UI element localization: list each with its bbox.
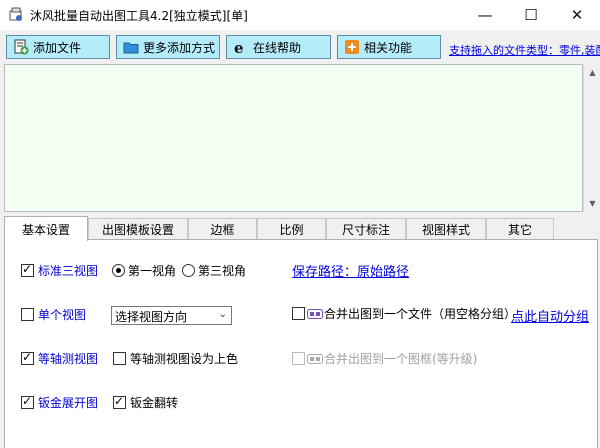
iso-color-checkbox[interactable] xyxy=(113,352,126,365)
tab-border[interactable]: 边框 xyxy=(188,218,257,240)
file-list-scrollbar[interactable]: ▲ ▼ xyxy=(583,64,600,212)
standard-views-label[interactable]: 标准三视图 xyxy=(38,262,98,279)
app-icon xyxy=(9,7,22,21)
first-angle-radio[interactable] xyxy=(112,264,125,277)
third-angle-radio[interactable] xyxy=(182,264,195,277)
related-functions-button[interactable]: 相关功能 xyxy=(337,35,441,59)
auto-group-link[interactable]: 点此自动分组 xyxy=(511,306,589,325)
single-view-checkbox[interactable] xyxy=(21,308,34,321)
supported-types-link[interactable]: 支持拖入的文件类型：零件,装配 xyxy=(449,42,600,58)
add-file-icon xyxy=(14,39,29,55)
online-help-button[interactable]: e 在线帮助 xyxy=(226,35,331,59)
merge-one-file-checkbox[interactable] xyxy=(292,307,305,320)
merge-one-frame-label: 合并出图到一个图框(等升级) xyxy=(324,352,478,366)
tab-other[interactable]: 其它 xyxy=(486,218,554,240)
chevron-down-icon: ⌄ xyxy=(218,309,227,320)
plus-icon xyxy=(345,40,359,54)
scroll-down-icon[interactable]: ▼ xyxy=(584,195,600,212)
iso-color-label[interactable]: 等轴测视图设为上色 xyxy=(130,350,238,367)
file-list[interactable] xyxy=(4,64,583,212)
standard-views-checkbox[interactable] xyxy=(21,262,34,277)
add-file-label: 添加文件 xyxy=(33,40,82,55)
add-file-button[interactable]: 添加文件 xyxy=(6,35,110,59)
view-direction-select[interactable]: 选择视图方向 ⌄ xyxy=(111,306,232,325)
tab-dimensioning[interactable]: 尺寸标注 xyxy=(326,218,406,240)
toolbar: 添加文件 更多添加方式 e 在线帮助 相关功能 支持拖入的文件类型：零件,装配 xyxy=(0,30,600,64)
first-angle-label[interactable]: 第一视角 xyxy=(128,262,176,279)
related-functions-label: 相关功能 xyxy=(364,40,413,55)
merge-one-file-label[interactable]: 合并出图到一个文件（用空格分组） xyxy=(324,305,516,322)
tab-scale[interactable]: 比例 xyxy=(257,218,326,240)
tab-template-settings[interactable]: 出图模板设置 xyxy=(88,218,188,240)
svg-text:e: e xyxy=(234,39,244,55)
third-angle-label[interactable]: 第三视角 xyxy=(198,262,246,279)
sheet-flip-checkbox[interactable] xyxy=(113,394,126,409)
isometric-label[interactable]: 等轴测视图 xyxy=(38,350,98,367)
tab-bar: 基本设置 出图模板设置 边框 比例 尺寸标注 视图样式 其它 xyxy=(0,216,600,241)
isometric-checkbox[interactable] xyxy=(21,350,34,365)
single-view-label[interactable]: 单个视图 xyxy=(38,306,86,323)
merge-frame-icon xyxy=(307,354,323,364)
ie-icon: e xyxy=(234,39,244,55)
scroll-up-icon[interactable]: ▲ xyxy=(584,64,600,81)
tab-view-style[interactable]: 视图样式 xyxy=(406,218,486,240)
close-button[interactable]: ✕ xyxy=(554,0,600,30)
sheet-flip-label[interactable]: 钣金翻转 xyxy=(130,394,178,411)
online-help-label: 在线帮助 xyxy=(253,40,302,55)
tab-basic-settings[interactable]: 基本设置 xyxy=(4,216,88,241)
window-title: 沐风批量自动出图工具4.2[独立模式][单] xyxy=(30,9,248,23)
save-path-link[interactable]: 保存路径：原始路径 xyxy=(292,261,409,280)
merge-one-frame-checkbox xyxy=(292,352,305,365)
more-add-button[interactable]: 更多添加方式 xyxy=(116,35,220,59)
folder-icon xyxy=(123,42,139,54)
sheet-flat-checkbox[interactable] xyxy=(21,394,34,409)
minimize-button[interactable]: — xyxy=(462,0,508,30)
sheet-flat-label[interactable]: 钣金展开图 xyxy=(38,394,98,411)
basic-settings-panel: 标准三视图 第一视角 第三视角 保存路径：原始路径 单个视图 选择视图方向 ⌄ … xyxy=(4,239,598,448)
maximize-button[interactable]: ☐ xyxy=(508,0,554,30)
merge-icon xyxy=(307,309,323,319)
more-add-label: 更多添加方式 xyxy=(143,40,216,55)
title-bar: 沐风批量自动出图工具4.2[独立模式][单] — ☐ ✕ xyxy=(0,0,600,30)
view-direction-value: 选择视图方向 xyxy=(115,310,188,324)
